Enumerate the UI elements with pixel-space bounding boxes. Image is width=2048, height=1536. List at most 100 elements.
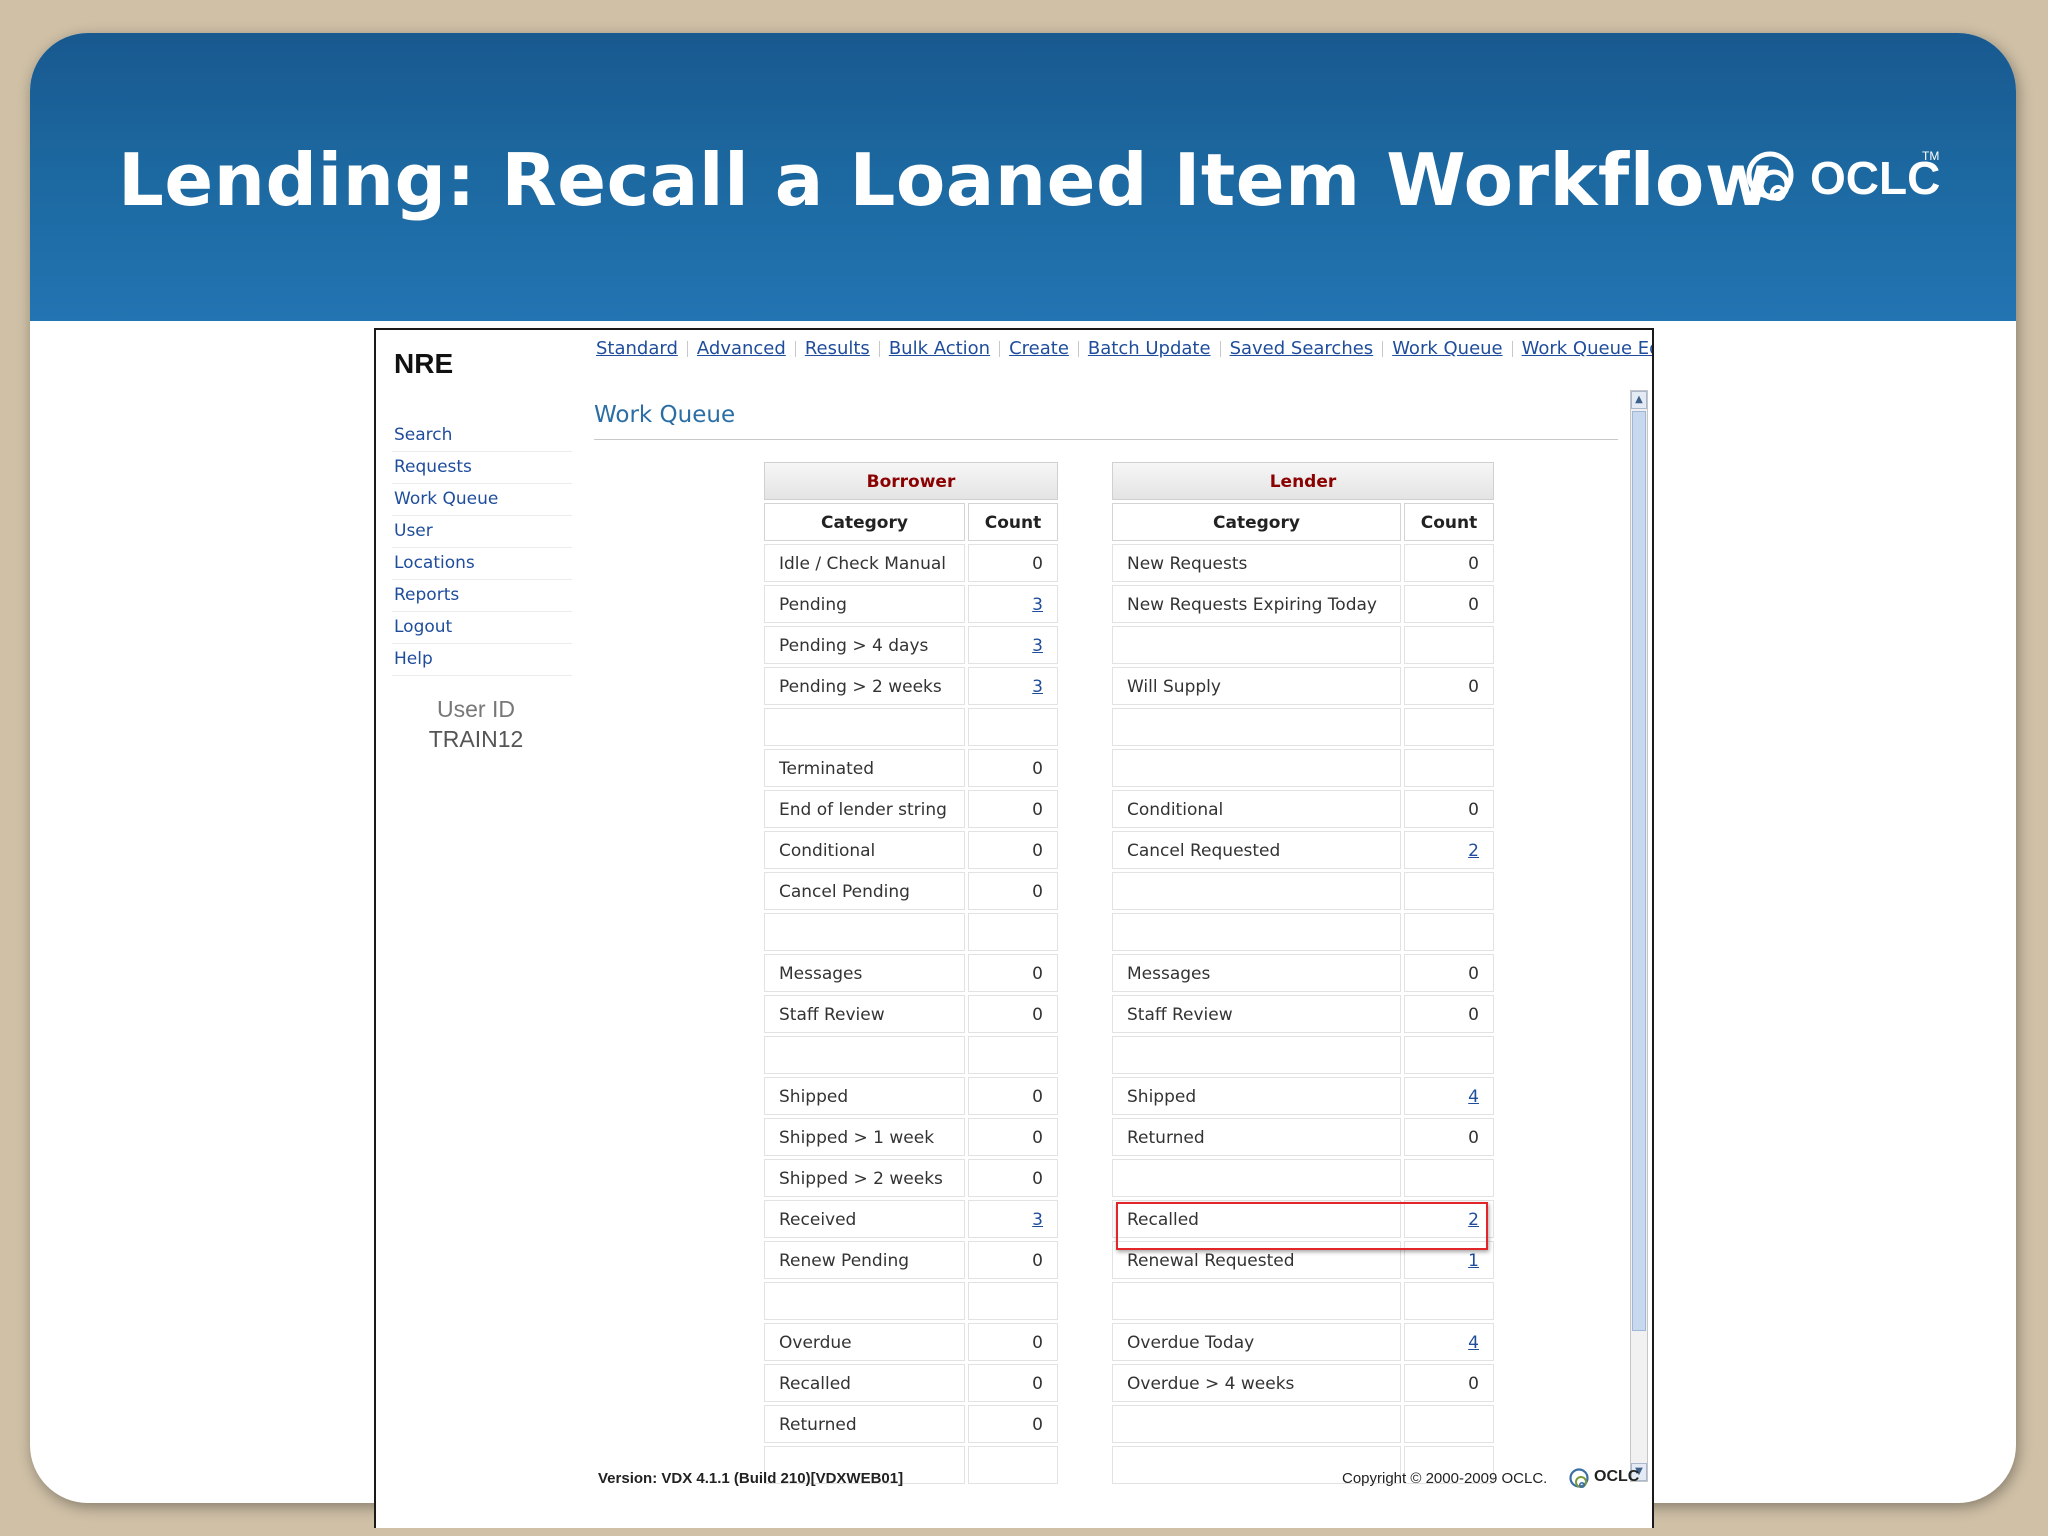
oclc-logo-text: OCLC — [1810, 152, 1941, 204]
scrollbar-thumb[interactable] — [1632, 411, 1646, 1331]
lender-category-cell — [1112, 749, 1401, 787]
borrower-category-cell: Recalled — [764, 1364, 965, 1402]
borrower-count-link[interactable]: 3 — [1032, 677, 1043, 697]
borrower-category-cell: Idle / Check Manual — [764, 544, 965, 582]
sidebar-item-help[interactable]: Help — [392, 644, 572, 676]
lender-category-cell — [1112, 913, 1401, 951]
lender-table-row: Overdue > 4 weeks 0 — [1112, 1364, 1494, 1402]
borrower-table-row: Returned 0 — [764, 1405, 1058, 1443]
borrower-category-cell: Returned — [764, 1405, 965, 1443]
borrower-column-headers: Category Count — [764, 503, 1058, 541]
lender-table-row: Returned 0 — [1112, 1118, 1494, 1156]
top-nav: Standard Advanced Results Bulk Action Create… — [596, 338, 1652, 359]
nav-link-saved-searches[interactable]: Saved Searches — [1230, 338, 1374, 359]
lender-count-cell — [1404, 1282, 1494, 1320]
borrower-category-cell: Cancel Pending — [764, 872, 965, 910]
footer-copyright: Copyright © 2000-2009 OCLC. — [1342, 1470, 1548, 1487]
borrower-table-row — [764, 1282, 1058, 1320]
page-title: Work Queue — [594, 402, 736, 428]
borrower-count-cell: 3 — [968, 667, 1058, 705]
lender-category-cell: Staff Review — [1112, 995, 1401, 1033]
trademark-mark: TM — [1922, 149, 1940, 163]
borrower-table-row: Pending > 2 weeks 3 — [764, 667, 1058, 705]
lender-table-row: Will Supply 0 — [1112, 667, 1494, 705]
vertical-scrollbar[interactable]: ▲ ▼ — [1630, 390, 1648, 1482]
borrower-table-row — [764, 1036, 1058, 1074]
lender-count-link[interactable]: 4 — [1468, 1333, 1479, 1353]
nav-separator — [999, 341, 1001, 357]
lender-table-row — [1112, 1159, 1494, 1197]
lender-header: Lender — [1112, 462, 1494, 500]
title-divider — [594, 439, 1618, 440]
nav-link-bulk-action[interactable]: Bulk Action — [889, 338, 990, 359]
user-id-label: User ID — [437, 696, 515, 722]
sidebar-item-user[interactable]: User — [392, 516, 572, 548]
borrower-category-cell: Overdue — [764, 1323, 965, 1361]
lender-table-row: Staff Review 0 — [1112, 995, 1494, 1033]
sidebar-item-work-queue[interactable]: Work Queue — [392, 484, 572, 516]
borrower-category-cell: Conditional — [764, 831, 965, 869]
lender-category-cell — [1112, 1282, 1401, 1320]
nav-link-batch-update[interactable]: Batch Update — [1088, 338, 1211, 359]
lender-table-row: Conditional 0 — [1112, 790, 1494, 828]
borrower-table-row: Conditional 0 — [764, 831, 1058, 869]
nav-link-work-queue-edit[interactable]: Work Queue Edit — [1522, 338, 1652, 359]
borrower-header: Borrower — [764, 462, 1058, 500]
sidebar-item-locations[interactable]: Locations — [392, 548, 572, 580]
nav-link-advanced[interactable]: Advanced — [697, 338, 786, 359]
lender-count-link[interactable]: 1 — [1468, 1251, 1479, 1271]
side-nav: Search Requests Work Queue User Locations Rep… — [392, 420, 572, 676]
lender-count-link[interactable]: 4 — [1468, 1087, 1479, 1107]
scroll-up-icon[interactable]: ▲ — [1631, 391, 1647, 409]
borrower-count-cell: 3 — [968, 626, 1058, 664]
sidebar-item-reports[interactable]: Reports — [392, 580, 572, 612]
borrower-category-cell: Messages — [764, 954, 965, 992]
borrower-table-row: Cancel Pending 0 — [764, 872, 1058, 910]
borrower-table-row: Terminated 0 — [764, 749, 1058, 787]
sidebar-item-logout[interactable]: Logout — [392, 612, 572, 644]
slide-banner: Lending: Recall a Loaned Item Workflow O… — [30, 33, 2016, 321]
lender-table-row: Overdue Today 4 — [1112, 1323, 1494, 1361]
nav-separator — [1219, 341, 1221, 357]
borrower-category-cell — [764, 1282, 965, 1320]
sidebar-item-search[interactable]: Search — [392, 420, 572, 452]
lender-category-cell — [1112, 626, 1401, 664]
lender-column-headers: Category Count — [1112, 503, 1494, 541]
borrower-count-cell: 0 — [968, 1405, 1058, 1443]
nav-link-create[interactable]: Create — [1009, 338, 1069, 359]
lender-category-cell — [1112, 708, 1401, 746]
lender-category-cell: Cancel Requested — [1112, 831, 1401, 869]
borrower-count-cell — [968, 1282, 1058, 1320]
borrower-count-cell: 0 — [968, 995, 1058, 1033]
lender-col-category: Category — [1112, 503, 1401, 541]
borrower-count-cell: 0 — [968, 790, 1058, 828]
borrower-table-row: Messages 0 — [764, 954, 1058, 992]
borrower-table-row — [764, 913, 1058, 951]
nav-link-work-queue[interactable]: Work Queue — [1392, 338, 1502, 359]
lender-count-link[interactable]: 2 — [1468, 841, 1479, 861]
borrower-count-link[interactable]: 3 — [1032, 595, 1043, 615]
borrower-category-cell: Pending > 4 days — [764, 626, 965, 664]
borrower-table-row — [764, 708, 1058, 746]
borrower-category-cell: Shipped > 2 weeks — [764, 1159, 965, 1197]
nav-separator — [1382, 341, 1384, 357]
lender-count-cell — [1404, 913, 1494, 951]
lender-count-cell — [1404, 626, 1494, 664]
borrower-category-cell — [764, 708, 965, 746]
borrower-col-category: Category — [764, 503, 965, 541]
lender-panel: Lender Category Count New Requests 0 New R… — [1112, 462, 1494, 1484]
footer-version: Version: VDX 4.1.1 (Build 210)[VDXWEB01] — [598, 1470, 904, 1487]
nav-link-results[interactable]: Results — [805, 338, 870, 359]
borrower-count-link[interactable]: 3 — [1032, 636, 1043, 656]
lender-count-cell — [1404, 1159, 1494, 1197]
borrower-count-cell: 0 — [968, 872, 1058, 910]
lender-table-row: New Requests 0 — [1112, 544, 1494, 582]
lender-count-cell: 0 — [1404, 544, 1494, 582]
sidebar-item-requests[interactable]: Requests — [392, 452, 572, 484]
borrower-count-link[interactable]: 3 — [1032, 1210, 1043, 1230]
lender-rows: New Requests 0 New Requests Expiring Today… — [1112, 544, 1494, 1484]
app-window: NRE Standard Advanced Results Bulk Action Cr… — [374, 328, 1654, 1528]
app-brand: NRE — [394, 348, 454, 379]
nav-link-standard[interactable]: Standard — [596, 338, 678, 359]
lender-count-cell: 2 — [1404, 831, 1494, 869]
